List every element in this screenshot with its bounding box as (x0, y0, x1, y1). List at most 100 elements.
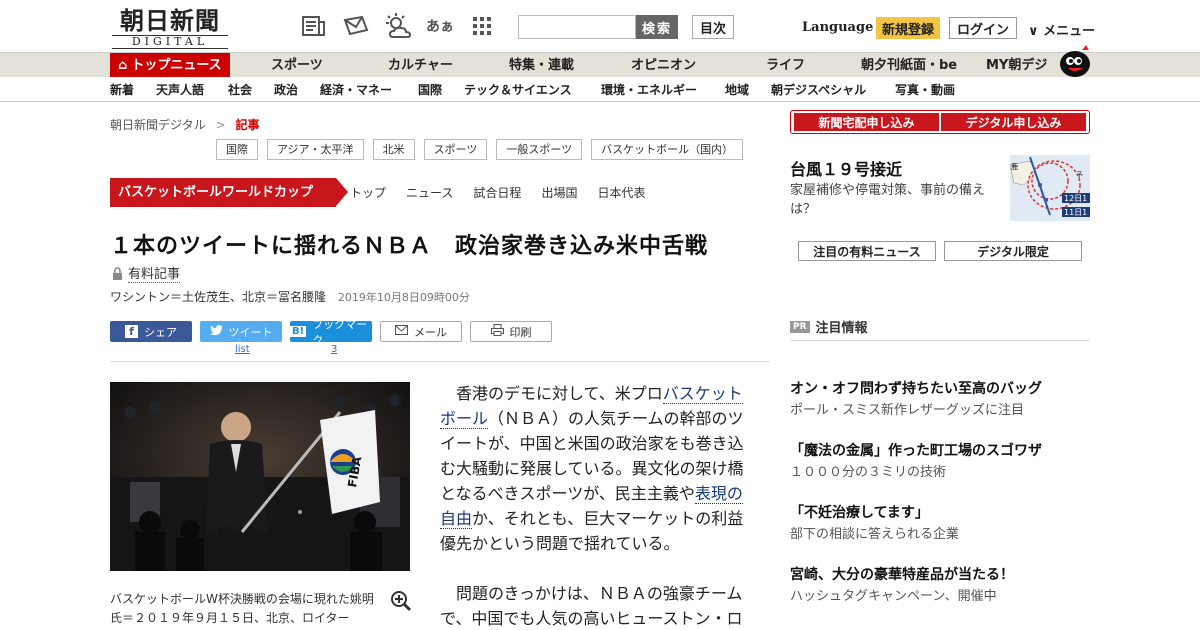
pr-item-title: 宮崎、大分の豪華特産品が当たる！ (790, 567, 1014, 583)
mokuji-button[interactable]: 目次 (692, 15, 734, 39)
map-label: 11日1 (1064, 208, 1087, 217)
zoom-icon[interactable] (390, 590, 412, 612)
pr-item-title: 「不妊治療してます」 (790, 505, 929, 521)
hatena-count[interactable]: 3 (331, 344, 337, 355)
grid-icon[interactable] (468, 12, 496, 40)
paid-label[interactable]: 有料記事 (128, 263, 181, 283)
worldcup-menu-item[interactable]: 出場国 (541, 184, 577, 201)
tag-item[interactable]: バスケットボール（国内） (591, 139, 744, 160)
article-date: 2019年10月8日09時00分 (337, 291, 470, 304)
pr-header: PR 注目情報 (790, 317, 868, 336)
lock-icon (113, 266, 122, 280)
subscribe-digital-button[interactable]: デジタル申し込み (941, 113, 1086, 131)
worldcup-menu-item[interactable]: 試合日程 (473, 184, 521, 201)
main-nav: ⌂ トップニュース スポーツ カルチャー 特集・連載 オピニオン ライフ 朝夕刊紙… (0, 52, 1200, 78)
subnav-item[interactable]: 政治 (274, 81, 298, 98)
login-button[interactable]: ログイン (949, 17, 1017, 39)
tab-digital-limited[interactable]: デジタル限定 (944, 241, 1082, 261)
pr-item[interactable]: 「魔法の金属」作った町工場のスゴワザ １０００分の３ミリの技術 (790, 441, 1090, 482)
mail-share-button[interactable]: メール (380, 321, 462, 342)
article-byline: ワシントン＝土佐茂生、北京＝冨名腰隆 2019年10月8日09時00分 (110, 288, 470, 305)
menu-button[interactable]: ∨ メニュー (1028, 20, 1095, 39)
tag-list: 国際 アジア・太平洋 北米 スポーツ 一般スポーツ バスケットボール（国内） (216, 139, 744, 160)
search-button[interactable]: 検索 (636, 15, 678, 39)
subscribe-bar: 新聞宅配申し込み デジタル申し込み (790, 110, 1090, 134)
article-paragraph: 香港のデモに対して、米プロバスケットボール（ＮＢＡ）の人気チームの幹部のツイート… (440, 381, 750, 556)
article-photo[interactable]: FIBA (110, 382, 410, 571)
nav-item-opinion[interactable]: オピニオン (631, 53, 696, 78)
newspaper-icon[interactable] (300, 12, 328, 40)
tag-item[interactable]: 国際 (216, 139, 258, 160)
breadcrumb-current: 記事 (235, 118, 260, 132)
pr-item-sub: ポール・スミス新作レザーグッズに注目 (790, 403, 1025, 418)
register-button[interactable]: 新規登録 (876, 17, 940, 39)
typhoon-subtext[interactable]: 家屋補修や停電対策、事前の備えは？ (790, 181, 1002, 219)
nav-item-my[interactable]: MY朝デジ (986, 53, 1047, 78)
nav-label: トップニュース (131, 58, 222, 73)
text-run: 香港のデモに対して、米プロ (456, 384, 663, 403)
subnav-item[interactable]: 写真・動画 (895, 81, 955, 98)
pr-item[interactable]: オン・オフ問わず持ちたい至高のバッグ ポール・スミス新作レザーグッズに注目 (790, 379, 1090, 420)
worldcup-banner[interactable]: バスケットボールワールドカップ (110, 178, 348, 207)
map-label: 予 (1076, 171, 1083, 179)
nav-item-culture[interactable]: カルチャー (388, 53, 453, 78)
nav-item-features[interactable]: 特集・連載 (509, 53, 574, 78)
tag-item[interactable]: 一般スポーツ (496, 139, 583, 160)
nav-item-paper[interactable]: 朝夕刊紙面・be (861, 53, 957, 78)
language-link[interactable]: Language (802, 20, 873, 35)
worldcup-menu-item[interactable]: 日本代表 (597, 184, 645, 201)
hatena-bookmark-button[interactable]: B! ブックマーク (290, 318, 372, 347)
subnav-item[interactable]: 環境・エネルギー (601, 81, 697, 98)
pr-item[interactable]: 「不妊治療してます」 部下の相談に答えられる企業 (790, 503, 1090, 544)
twitter-share-button[interactable]: ツイート (200, 321, 282, 342)
worldcup-menu-item[interactable]: トップ (350, 184, 386, 201)
nav-item-top[interactable]: ⌂ トップニュース (110, 53, 230, 78)
facebook-icon: f (125, 325, 138, 338)
subnav-item[interactable]: 新着 (110, 81, 134, 98)
subnav-item[interactable]: 社会 (228, 81, 252, 98)
mail-icon[interactable] (342, 12, 370, 40)
site-logo[interactable]: 朝日新聞 DIGITAL (112, 8, 228, 49)
font-size-icon[interactable]: あぁ (426, 12, 454, 40)
subnav-item[interactable]: 経済・マネー (320, 81, 392, 98)
pr-item-title: オン・オフ問わず持ちたい至高のバッグ (790, 381, 1042, 397)
twitter-label: ツイート (228, 325, 273, 339)
worldcup-menu-item[interactable]: ニュース (406, 184, 453, 201)
byline-authors: ワシントン＝土佐茂生、北京＝冨名腰隆 (110, 290, 327, 304)
nav-item-life[interactable]: ライフ (766, 53, 805, 78)
subnav-item[interactable]: 地域 (725, 81, 749, 98)
pr-item[interactable]: 宮崎、大分の豪華特産品が当たる！ ハッシュタグキャンペーン、開催中 (790, 565, 1090, 606)
article-headline: １本のツイートに揺れるＮＢＡ 政治家巻き込み米中舌戦 (110, 234, 709, 259)
subnav-item[interactable]: 天声人語 (156, 81, 204, 98)
facebook-label: シェア (144, 325, 177, 339)
breadcrumb-home[interactable]: 朝日新聞デジタル (110, 118, 206, 132)
print-button[interactable]: 印刷 (470, 321, 552, 342)
search-input[interactable] (518, 15, 636, 39)
logo-kanji: 朝日新聞 (120, 6, 220, 35)
tag-item[interactable]: アジア・太平洋 (267, 139, 364, 160)
breadcrumb-sep: > (215, 118, 226, 132)
subnav-item[interactable]: 朝デジスペシャル (771, 81, 866, 98)
article-body: 香港のデモに対して、米プロバスケットボール（ＮＢＡ）の人気チームの幹部のツイート… (440, 381, 750, 630)
subscribe-paper-button[interactable]: 新聞宅配申し込み (794, 113, 939, 131)
divider (790, 340, 1090, 341)
weather-icon[interactable] (384, 12, 412, 40)
paid-badge: 有料記事 (112, 263, 181, 283)
mail-label: メール (414, 325, 447, 339)
pr-item-sub: 部下の相談に答えられる企業 (790, 527, 960, 542)
map-label: 12日1 (1064, 194, 1087, 203)
twitter-count[interactable]: list (235, 344, 250, 355)
subnav-item[interactable]: 国際 (418, 81, 442, 98)
print-label: 印刷 (509, 325, 532, 339)
map-label: 鹿 (1011, 162, 1018, 171)
typhoon-map[interactable]: 12日1 11日1 予 鹿 (1010, 155, 1090, 221)
photo-caption: バスケットボールW杯決勝戦の会場に現れた姚明氏＝２０１９年９月１５日、北京、ロイ… (110, 592, 374, 625)
tag-item[interactable]: スポーツ (423, 139, 488, 160)
breadcrumb: 朝日新聞デジタル > 記事 (110, 116, 260, 133)
subnav-item[interactable]: テック＆サイエンス (464, 81, 572, 98)
tab-paid-news[interactable]: 注目の有料ニュース (798, 241, 936, 261)
facebook-share-button[interactable]: f シェア (110, 321, 192, 342)
typhoon-headline[interactable]: 台風１９号接近 (790, 156, 902, 180)
tag-item[interactable]: 北米 (372, 139, 415, 160)
nav-item-sports[interactable]: スポーツ (271, 53, 323, 78)
